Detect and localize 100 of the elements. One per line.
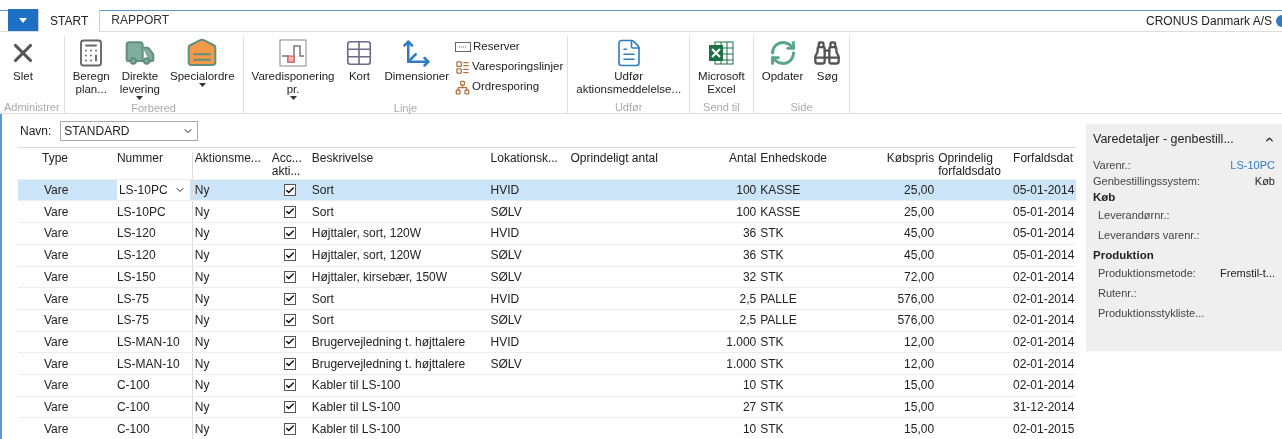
table-cell-text: 12,00 [903,333,935,351]
check-icon [284,227,295,239]
ribbon-tab[interactable]: RAPPORT [100,9,181,31]
column-header[interactable]: Enhedskode [760,152,840,166]
table-cell-text: STK [760,420,785,438]
table-row[interactable]: Vare LS-150 Ny Højttaler, kirsebær, 150W SØLV 32 STK 72,00 02-01-2014 [18,265,1076,288]
table-row[interactable]: Vare LS-120 Ny Højttaler, sort, 120W SØLV 36 STK 45,00 05-01-2014 [18,243,1076,266]
checkbox[interactable] [283,400,296,413]
column-header[interactable]: Beskrivelse [311,152,487,166]
table-cell-text: SØLV [490,355,523,373]
table-cell-text: LS-10PC [116,203,167,221]
table-cell-text: Vare [44,355,70,373]
table-cell-text: LS-120 [116,225,157,243]
column-header[interactable]: Lokationsk... [490,152,567,166]
checkbox[interactable] [283,227,296,240]
table-cell-text: Ny [194,268,211,286]
table-row[interactable]: Vare C-100 Ny Kabler til LS-100 10 STK 15,00 02-01-2014 [18,373,1076,396]
checkbox[interactable] [283,270,296,283]
field-value: Køb [1254,173,1275,189]
column-header[interactable]: Oprindeligt antal [570,152,700,166]
table-cell-text: 05-01-2014 [1013,182,1074,200]
checkbox[interactable] [283,249,296,262]
table-row[interactable]: Vare C-100 Ny Kabler til LS-100 10 STK 15,00 02-01-2015 [18,417,1076,439]
group-label: Send til [702,100,741,113]
table-cell-text: Vare [44,398,70,416]
checkbox[interactable] [283,357,296,370]
column-header[interactable]: Oprindelig forfaldsdato [938,152,1010,179]
table-cell-text: C-100 [116,398,151,416]
column-header[interactable]: Forfaldsdat [1013,152,1074,166]
ribbon-button[interactable]: Udfør aktionsmeddelelse... [572,36,686,99]
ribbon-button[interactable]: Kort [340,36,379,100]
table-cell-text: Ny [194,203,211,221]
number-input[interactable]: LS-10PC [116,179,190,201]
ribbon-button[interactable]: Microsoft Excel [694,36,749,99]
name-dropdown[interactable]: STANDARD [60,120,199,141]
group-label: Side [789,100,814,113]
table-cell-text: Vare [44,268,70,286]
ribbon-button[interactable]: Reserver [455,38,564,56]
table-cell-text: 576,00 [896,290,935,308]
checkbox[interactable] [283,422,296,435]
table-cell-text: Kabler til LS-100 [311,398,402,416]
axes-icon [401,38,432,68]
ribbon-button[interactable]: Slet [4,36,42,99]
table-cell-text: PALLE [760,290,798,308]
table-cell-text: 05-01-2014 [1013,225,1074,243]
table-row[interactable]: Vare LS-MAN-10 Ny Brugervejledning t. højttalere SØLV 1.000 STK 12,00 02-01-2014 [18,352,1076,374]
ribbon-button[interactable]: Beregn plan... [68,36,114,100]
field-label: Leverandørs varenr.: [1098,227,1200,243]
table-cell-text: 05-01-2014 [1013,203,1074,221]
table-row[interactable]: Vare LS-75 Ny Sort SØLV 2,5 PALLE 576,00 02-01-2014 [18,308,1076,331]
checkbox[interactable] [283,335,296,348]
table-cell-text: LS-120 [116,247,157,265]
table-row[interactable]: Vare LS-10PC Ny Sort SØLV 100 KASSE 25,00 05-01-2014 [18,200,1076,223]
caret-icon [136,96,144,100]
checkbox[interactable] [283,184,296,197]
table-cell-text: C-100 [116,420,151,438]
ribbon-button[interactable]: Specialordre [166,36,239,100]
ribbon-button[interactable]: Søg [809,36,846,99]
table-cell-text: HVID [490,182,521,200]
table-cell-text: 45,00 [903,225,935,243]
table-row[interactable]: Vare LS-MAN-10 Ny Brugervejledning t. højttalere HVID 1.000 STK 12,00 02-01-2014 [18,330,1076,353]
ribbon-button[interactable]: Dimensioner [380,36,454,100]
table-cell-text: Vare [44,420,70,438]
ribbon-button[interactable]: Varedisponering pr. [247,36,339,100]
table-cell-text: Brugervejledning t. højttalere [311,355,467,373]
table-row[interactable]: Vare C-100 Ny Kabler til LS-100 27 STK 15,00 31-12-2014 [18,395,1076,418]
checkbox[interactable] [283,292,296,305]
table-row[interactable]: Vare LS-75 Ny Sort HVID 2,5 PALLE 576,00 02-01-2014 [18,287,1076,309]
table-cell-text: C-100 [116,377,151,395]
table-row[interactable]: Vare LS-10PC Ny Sort HVID 100 KASSE 25,00 05-01-2014 [18,178,1076,201]
table-cell-text: 02-01-2014 [1013,355,1074,373]
table-row[interactable]: Vare LS-120 Ny Højttaler, sort, 120W HVID 36 STK 45,00 05-01-2014 [18,222,1076,244]
table-cell-text: Vare [44,312,70,330]
ribbon-tab[interactable]: START [38,10,101,32]
column-header[interactable]: Købspris [843,152,935,166]
field-value[interactable]: LS-10PC [1230,156,1275,173]
ribbon-button[interactable]: Opdater [757,36,808,99]
column-header[interactable]: Type [42,152,113,166]
table-cell-text: 100 [735,203,757,221]
group-label: Linje [392,101,419,114]
table-cell-text: LS-MAN-10 [116,355,181,373]
table-cell-text: HVID [490,333,521,351]
table-cell-text: 72,00 [903,268,935,286]
column-header[interactable]: Acc... akti... [271,152,308,179]
table-cell-text: Ny [194,398,211,416]
table-cell-text: Ny [194,420,211,438]
menu-button[interactable] [8,9,38,31]
ribbon-button[interactable]: Varesporingslinjer [455,58,564,76]
table-cell-text: Ny [194,377,211,395]
column-header[interactable]: Nummer [116,152,190,166]
checkbox[interactable] [283,379,296,392]
ribbon-button[interactable]: Ordresporing [455,78,564,96]
ribbon-button[interactable]: Direkte levering [115,36,164,100]
table-cell-text: LS-MAN-10 [116,333,181,351]
checkbox[interactable] [283,314,296,327]
column-header[interactable]: Antal [703,152,757,166]
column-header[interactable]: Aktionsme... [194,152,268,166]
checkbox[interactable] [283,205,296,218]
table-cell-text: Højttaler, kirsebær, 150W [311,268,449,286]
table-cell-text: Kabler til LS-100 [311,420,402,438]
